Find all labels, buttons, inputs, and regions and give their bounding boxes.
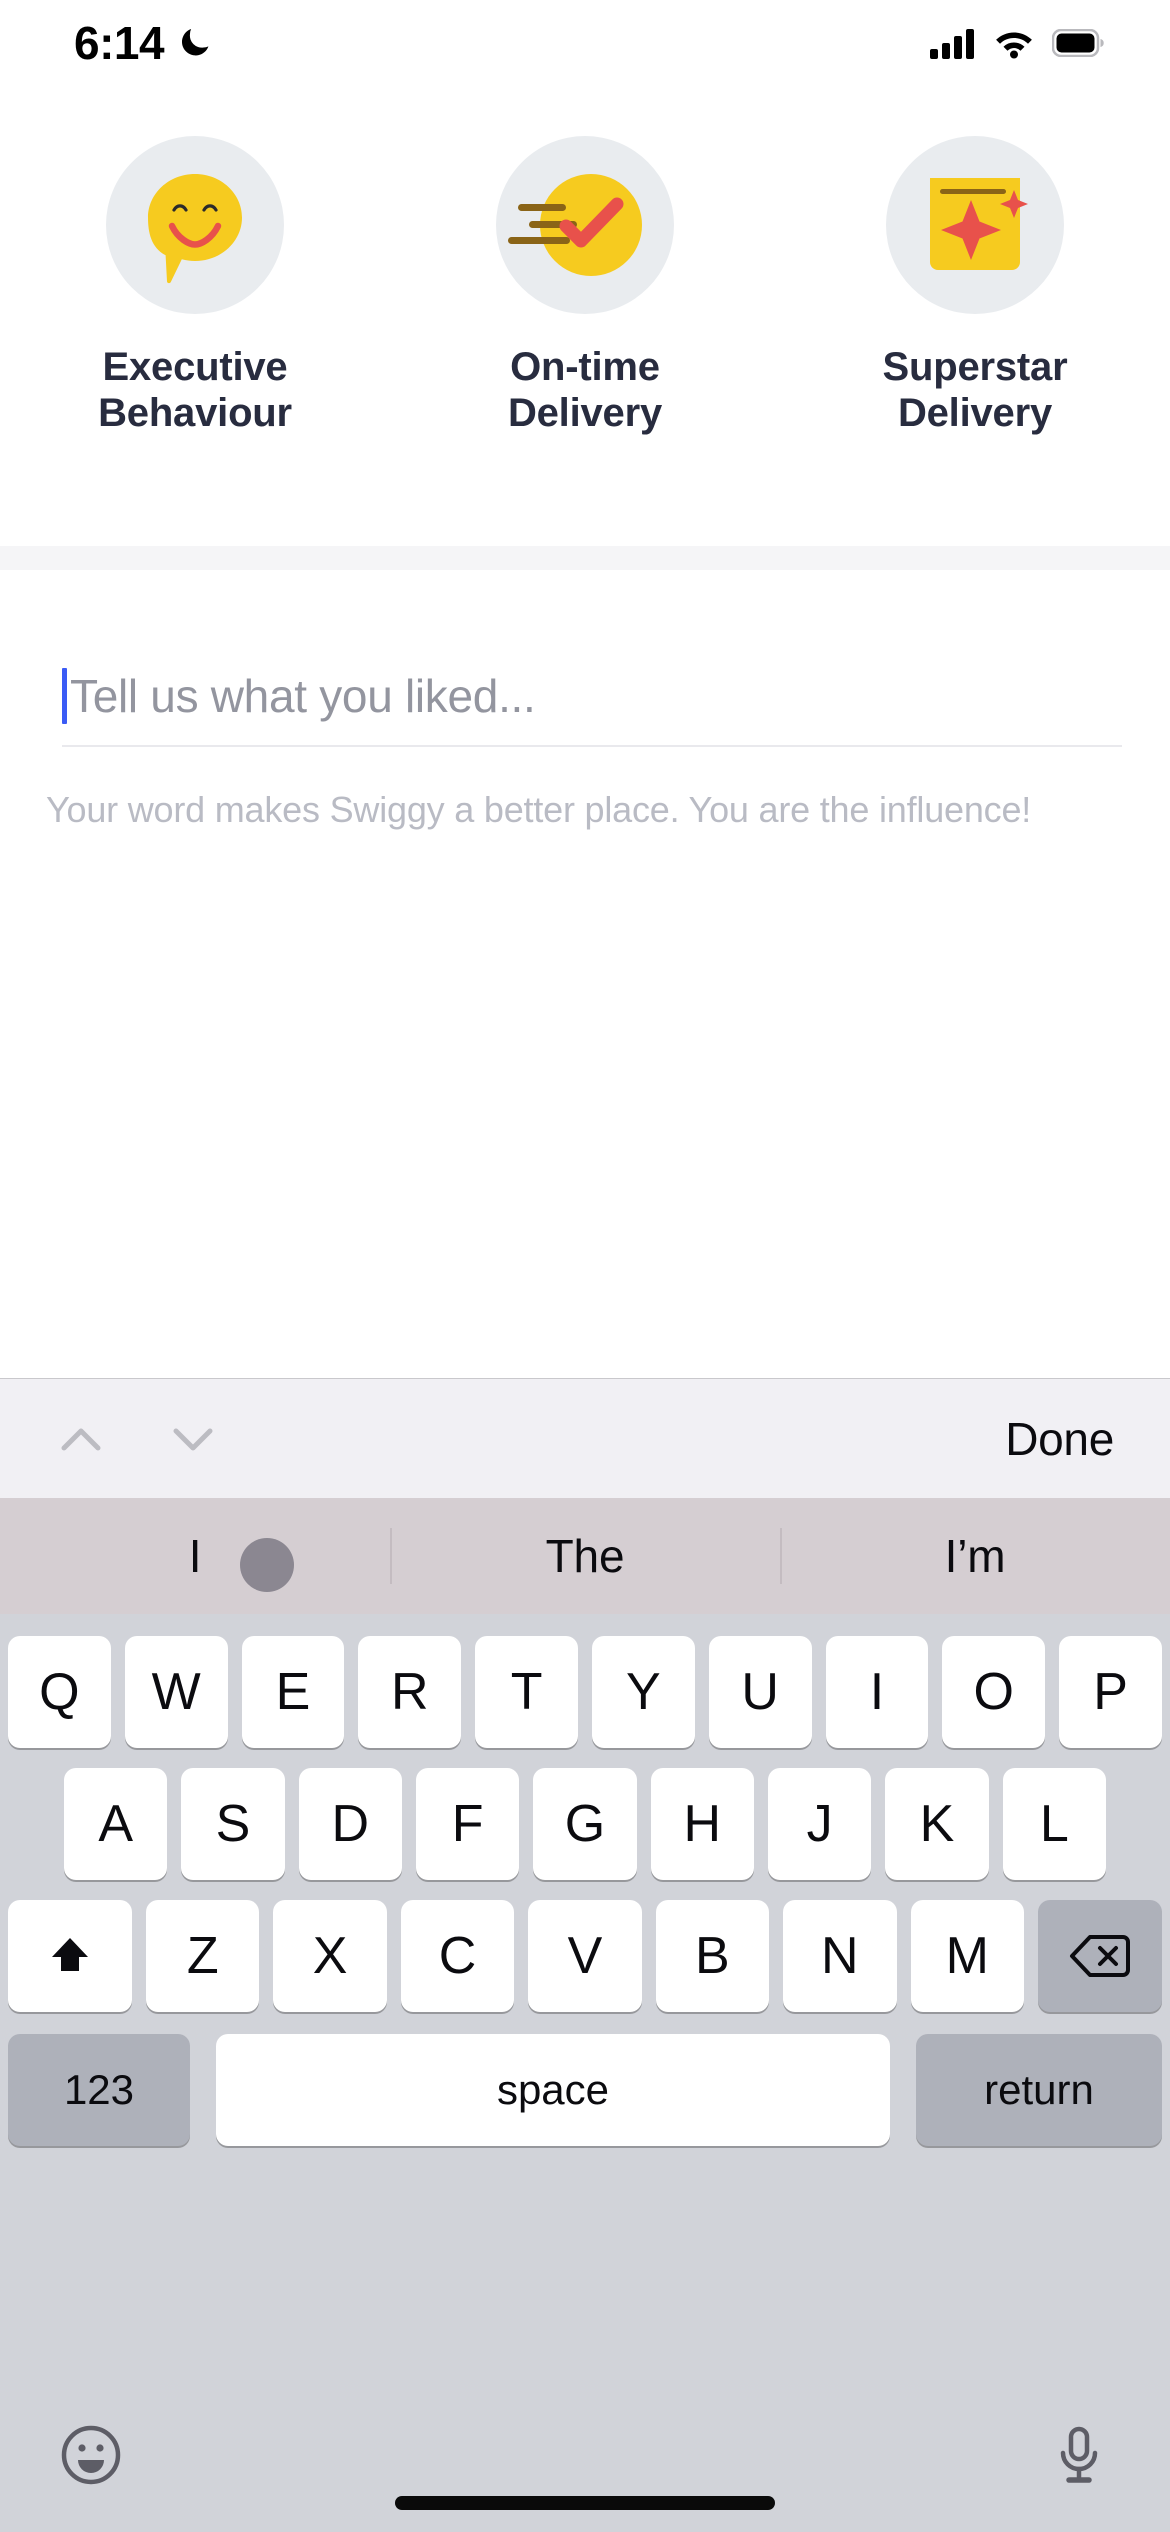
prediction-item-1[interactable]: I [0,1498,390,1614]
prediction-item-3[interactable]: I’m [780,1498,1170,1614]
key-l[interactable]: L [1002,1768,1106,1880]
review-helper-text: Your word makes Swiggy a better place. Y… [46,789,1032,830]
phone-screen: 6:14 Executive Behaviour On-time Deliver… [0,0,1170,2532]
badge-label: On-time Delivery [508,344,662,436]
key-s[interactable]: S [181,1768,285,1880]
wifi-icon [992,27,1036,59]
section-divider [0,546,1170,570]
review-section: Tell us what you liked... Your word make… [0,570,1170,1378]
badge-row: Executive Behaviour On-time Delivery Sup… [0,86,1170,546]
key-c[interactable]: C [400,1900,515,2012]
status-bar-left: 6:14 [74,20,212,66]
key-m[interactable]: M [910,1900,1024,2012]
key-a[interactable]: A [64,1768,168,1880]
emoji-icon[interactable] [58,2422,124,2488]
key-j[interactable]: J [767,1768,872,1880]
cellular-signal-icon [930,27,976,59]
badge-on-time-delivery[interactable]: On-time Delivery [415,136,755,436]
badge-label: Superstar Delivery [883,344,1068,436]
return-key[interactable]: return [916,2034,1162,2146]
chevron-up-icon[interactable] [48,1406,114,1472]
badge-superstar-delivery[interactable]: Superstar Delivery [805,136,1145,436]
status-bar: 6:14 [0,0,1170,86]
superstar-bag-icon [886,136,1064,314]
key-i[interactable]: I [825,1636,929,1748]
key-v[interactable]: V [528,1900,642,2012]
status-time: 6:14 [74,17,165,69]
shift-icon [43,1929,97,1983]
badge-label-line2: Behaviour [98,391,292,435]
keyboard-row-3: Z X C V B N M [0,1880,1170,2012]
keyboard-bottom-bar [0,2396,1170,2532]
moon-icon [178,26,212,60]
badge-label: Executive Behaviour [98,344,292,436]
key-h[interactable]: H [650,1768,754,1880]
field-navigation-group [48,1406,226,1472]
review-input-wrap: Tell us what you liked... [62,655,1122,747]
key-t[interactable]: T [475,1636,578,1748]
key-u[interactable]: U [708,1636,812,1748]
keyboard-row-4: 123 space return [0,2012,1170,2146]
badge-label-line2: Delivery [897,391,1053,435]
keyboard-row-1: Q W E R T Y U I O P [0,1614,1170,1748]
keyboard-accessory-toolbar: Done [0,1378,1170,1498]
text-caret [62,668,67,724]
review-input-placeholder: Tell us what you liked... [70,670,536,722]
smiley-speech-bubble-icon [106,136,284,314]
battery-icon [1052,29,1104,57]
badge-executive-behaviour[interactable]: Executive Behaviour [25,136,365,436]
key-y[interactable]: Y [591,1636,695,1748]
key-q[interactable]: Q [8,1636,111,1748]
key-w[interactable]: W [124,1636,228,1748]
prediction-item-2[interactable]: The [390,1498,780,1614]
key-o[interactable]: O [942,1636,1046,1748]
touch-indicator-dot [240,1538,294,1592]
badge-label-line1: Executive [102,345,288,389]
badge-label-line2: Delivery [507,391,663,435]
key-g[interactable]: G [533,1768,637,1880]
badge-label-line1: Superstar [882,345,1068,389]
key-f[interactable]: F [415,1768,520,1880]
numbers-key[interactable]: 123 [8,2034,190,2146]
backspace-key[interactable] [1037,1900,1162,2012]
shift-key[interactable] [8,1900,132,2012]
microphone-icon[interactable] [1046,2422,1112,2488]
key-z[interactable]: Z [146,1900,260,2012]
done-button[interactable]: Done [1001,1406,1118,1472]
on-time-check-icon [496,136,674,314]
key-k[interactable]: K [885,1768,989,1880]
status-bar-right [930,27,1104,59]
badge-label-line1: On-time [510,345,660,389]
onscreen-keyboard: Q W E R T Y U I O P A S D F G H J K L Z … [0,1614,1170,2532]
backspace-icon [1069,1932,1131,1980]
space-key[interactable]: space [216,2034,890,2146]
home-indicator [395,2496,775,2510]
key-e[interactable]: E [241,1636,345,1748]
key-d[interactable]: D [298,1768,402,1880]
key-x[interactable]: X [273,1900,387,2012]
key-b[interactable]: B [655,1900,770,2012]
keyboard-row-2: A S D F G H J K L [0,1748,1170,1880]
key-p[interactable]: P [1059,1636,1162,1748]
key-n[interactable]: N [783,1900,897,2012]
review-input[interactable]: Tell us what you liked... [62,655,1122,747]
predictive-text-bar: I The I’m [0,1498,1170,1614]
chevron-down-icon[interactable] [160,1406,226,1472]
key-r[interactable]: R [358,1636,462,1748]
